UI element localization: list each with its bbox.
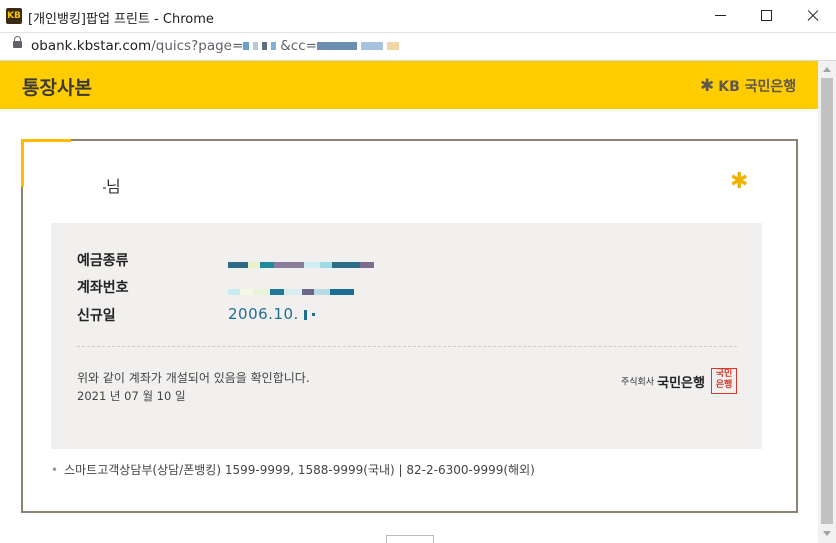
kb-bank-logo: ✱ KB 국민은행 (700, 75, 797, 96)
lock-icon (13, 36, 22, 48)
redacted-mark (274, 261, 304, 268)
header-band: 통장사본 ✱ KB 국민은행 (0, 61, 818, 109)
minimize-button[interactable] (698, 0, 744, 32)
certificate-frame: 님 ✱ 예금종류 계좌번호 신규일 2006.10. 위와 같이 계좌가 개설되… (21, 139, 798, 513)
opened-date-label: 신규일 (77, 308, 116, 324)
bullet-icon: • (51, 463, 59, 477)
print-button[interactable] (386, 535, 434, 543)
divider (77, 346, 737, 347)
redacted-mark (243, 42, 250, 50)
redacted-mark (248, 261, 260, 268)
redacted-mark (330, 288, 354, 295)
bank-seal: 국민 은행 (710, 368, 737, 394)
account-number-label: 계좌번호 (77, 280, 129, 296)
redacted-mark (254, 288, 270, 295)
redacted-mark (228, 288, 240, 295)
redacted-mark (270, 288, 284, 295)
redacted-mark (312, 313, 316, 316)
account-holder-name: 님 (103, 173, 121, 197)
page-content: 통장사본 ✱ KB 국민은행 님 ✱ 예금종류 계좌번호 신규일 2006.10. (0, 61, 818, 543)
maximize-button[interactable] (744, 0, 790, 32)
seal-line: 은행 (715, 380, 733, 390)
kb-star-icon: ✱ (730, 169, 749, 194)
url-path: /quics?page= (151, 38, 244, 54)
redacted-mark (360, 42, 383, 50)
redacted-mark (386, 42, 399, 50)
opened-date-value: 2006.10. (228, 305, 316, 323)
kb-star-icon: ✱ (700, 75, 715, 96)
stamp-bank-name: 국민은행 (657, 375, 705, 391)
redacted-mark (240, 288, 254, 295)
account-number-value (228, 281, 354, 295)
window-title: [개인뱅킹]팝업 프린트 - Chrome (28, 12, 214, 27)
holder-suffix: 님 (106, 177, 121, 196)
scroll-down-arrow-icon[interactable] (823, 531, 831, 536)
close-button[interactable] (790, 0, 836, 32)
scroll-thumb[interactable] (821, 78, 833, 524)
stamp-company: 주식회사 (621, 377, 655, 388)
redacted-mark (320, 261, 332, 268)
page-title: 통장사본 (22, 77, 92, 99)
url-text[interactable]: obank.kbstar.com/quics?page= &cc= (31, 38, 403, 54)
redacted-mark (228, 261, 248, 268)
frame-accent (21, 139, 24, 187)
redacted-mark (314, 288, 330, 295)
vertical-scrollbar[interactable] (818, 61, 836, 543)
kb-app-icon: KB (6, 8, 22, 24)
redacted-mark (284, 288, 302, 295)
window-titlebar: KB [개인뱅킹]팝업 프린트 - Chrome (0, 0, 836, 33)
redacted-mark (304, 309, 308, 320)
redacted-mark (304, 261, 320, 268)
url-param: &cc= (280, 38, 317, 54)
bank-stamp: 주식회사 국민은행국민 은행 (621, 368, 737, 394)
redacted-mark (271, 42, 277, 50)
opened-date-text: 2006.10. (228, 305, 299, 323)
redacted-mark (302, 288, 314, 295)
redacted-mark (316, 42, 357, 50)
deposit-type-value (228, 254, 374, 268)
url-host: obank.kbstar.com (31, 38, 152, 54)
deposit-type-label: 예금종류 (77, 253, 129, 269)
address-bar[interactable]: obank.kbstar.com/quics?page= &cc= (0, 33, 836, 61)
frame-accent (21, 139, 71, 142)
redacted-mark (332, 261, 360, 268)
contact-info: • 스마트고객상담부(상담/폰뱅킹) 1599-9999, 1588-9999(국… (51, 461, 535, 478)
redacted-mark (253, 42, 259, 50)
account-info-box: 예금종류 계좌번호 신규일 2006.10. 위와 같이 계좌가 개설되어 있음… (51, 223, 762, 449)
contact-text: 스마트고객상담부(상담/폰뱅킹) 1599-9999, 1588-9999(국내… (64, 463, 535, 477)
seal-line: 국민 (715, 369, 733, 379)
issue-date: 2021 년 07 월 10 일 (77, 389, 186, 403)
confirmation-text: 위와 같이 계좌가 개설되어 있음을 확인합니다. (77, 371, 310, 385)
kb-logo-text: KB 국민은행 (718, 78, 797, 95)
redacted-mark (360, 261, 374, 268)
scroll-up-arrow-icon[interactable] (823, 67, 831, 72)
redacted-mark (260, 261, 274, 268)
redacted-mark (262, 42, 268, 50)
